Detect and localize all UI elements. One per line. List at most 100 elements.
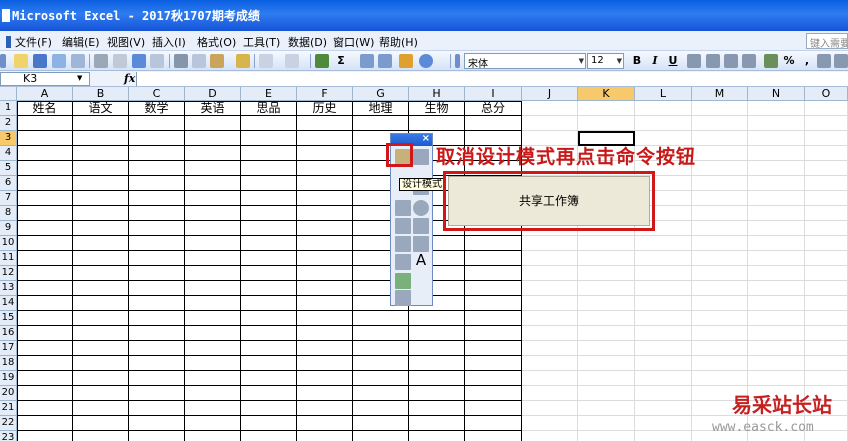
table-cell[interactable] [692,221,748,236]
table-cell[interactable] [73,416,129,431]
table-cell[interactable] [578,416,635,431]
table-cell[interactable] [241,221,297,236]
table-cell[interactable] [578,326,635,341]
table-header-cell[interactable]: 英语 [185,101,241,116]
open-icon[interactable] [14,54,28,68]
table-cell[interactable] [73,401,129,416]
table-cell[interactable] [692,131,748,146]
table-cell[interactable] [635,356,692,371]
table-cell[interactable] [465,281,522,296]
table-cell[interactable] [73,131,129,146]
formula-input[interactable] [136,72,848,86]
autosum-icon[interactable]: Σ [334,54,348,68]
table-cell[interactable] [465,341,522,356]
table-cell[interactable] [805,101,848,116]
image-control-icon[interactable] [395,273,411,289]
table-cell[interactable] [353,371,409,386]
scroll-bar-icon[interactable] [395,254,411,270]
percent-button[interactable]: % [782,54,796,68]
table-cell[interactable] [73,371,129,386]
table-cell[interactable] [17,416,73,431]
row-header[interactable]: 14 [0,296,17,311]
table-cell[interactable] [635,116,692,131]
table-cell[interactable] [17,281,73,296]
table-cell[interactable] [17,176,73,191]
row-header[interactable]: 15 [0,311,17,326]
table-cell[interactable] [353,311,409,326]
table-cell[interactable] [17,341,73,356]
table-cell[interactable] [692,326,748,341]
menu-window[interactable]: 窗口(W) [333,34,374,50]
table-cell[interactable] [409,386,465,401]
table-cell[interactable] [805,311,848,326]
table-cell[interactable] [297,356,353,371]
table-cell[interactable] [17,191,73,206]
merge-center-icon[interactable] [742,54,756,68]
table-cell[interactable] [748,341,805,356]
table-cell[interactable] [409,371,465,386]
chart-wizard-icon[interactable] [399,54,413,68]
table-cell[interactable] [805,146,848,161]
row-header[interactable]: 12 [0,266,17,281]
table-cell[interactable] [635,281,692,296]
row-header[interactable]: 23 [0,431,17,441]
column-header-d[interactable]: D [185,87,241,101]
table-cell[interactable] [297,326,353,341]
table-cell[interactable] [297,116,353,131]
table-cell[interactable] [185,236,241,251]
permission-icon[interactable] [52,54,66,68]
decrease-decimal-icon[interactable] [834,54,848,68]
table-cell[interactable] [297,341,353,356]
table-cell[interactable] [522,296,578,311]
table-cell[interactable] [465,311,522,326]
table-cell[interactable] [297,371,353,386]
table-cell[interactable] [805,176,848,191]
table-cell[interactable] [185,221,241,236]
table-cell[interactable] [692,206,748,221]
table-cell[interactable] [129,221,185,236]
close-icon[interactable]: × [422,133,430,144]
table-cell[interactable] [185,191,241,206]
table-cell[interactable] [578,266,635,281]
table-header-cell[interactable]: 数学 [129,101,185,116]
table-cell[interactable] [73,296,129,311]
table-cell[interactable] [185,251,241,266]
table-cell[interactable] [465,116,522,131]
table-cell[interactable] [241,356,297,371]
table-cell[interactable] [465,431,522,441]
font-size-select[interactable]: 12 ▼ [587,53,624,69]
menu-file[interactable]: 文件(F) [15,36,52,49]
select-all-corner[interactable] [0,87,17,101]
row-header[interactable]: 17 [0,341,17,356]
table-cell[interactable] [241,296,297,311]
column-header-m[interactable]: M [692,87,748,101]
table-cell[interactable] [522,236,578,251]
table-cell[interactable] [578,311,635,326]
undo-icon[interactable] [259,54,273,68]
row-header[interactable]: 2 [0,116,17,131]
label-control-icon[interactable]: A [413,252,429,268]
table-cell[interactable] [692,251,748,266]
table-cell[interactable] [129,146,185,161]
table-cell[interactable] [805,221,848,236]
menu-edit[interactable]: 编辑(E) [62,34,100,50]
table-cell[interactable] [185,431,241,441]
table-cell[interactable] [748,161,805,176]
table-cell[interactable] [578,101,635,116]
table-cell[interactable] [409,416,465,431]
table-cell[interactable] [465,401,522,416]
option-button-icon[interactable] [413,200,429,216]
table-cell[interactable] [578,371,635,386]
table-cell[interactable] [578,116,635,131]
table-cell[interactable] [353,341,409,356]
table-cell[interactable] [692,266,748,281]
table-cell[interactable] [241,251,297,266]
table-cell[interactable] [692,116,748,131]
row-header[interactable]: 9 [0,221,17,236]
row-header[interactable]: 5 [0,161,17,176]
bold-button[interactable]: B [630,54,644,68]
column-header-c[interactable]: C [129,87,185,101]
table-cell[interactable] [17,116,73,131]
table-cell[interactable] [73,191,129,206]
table-cell[interactable] [635,341,692,356]
